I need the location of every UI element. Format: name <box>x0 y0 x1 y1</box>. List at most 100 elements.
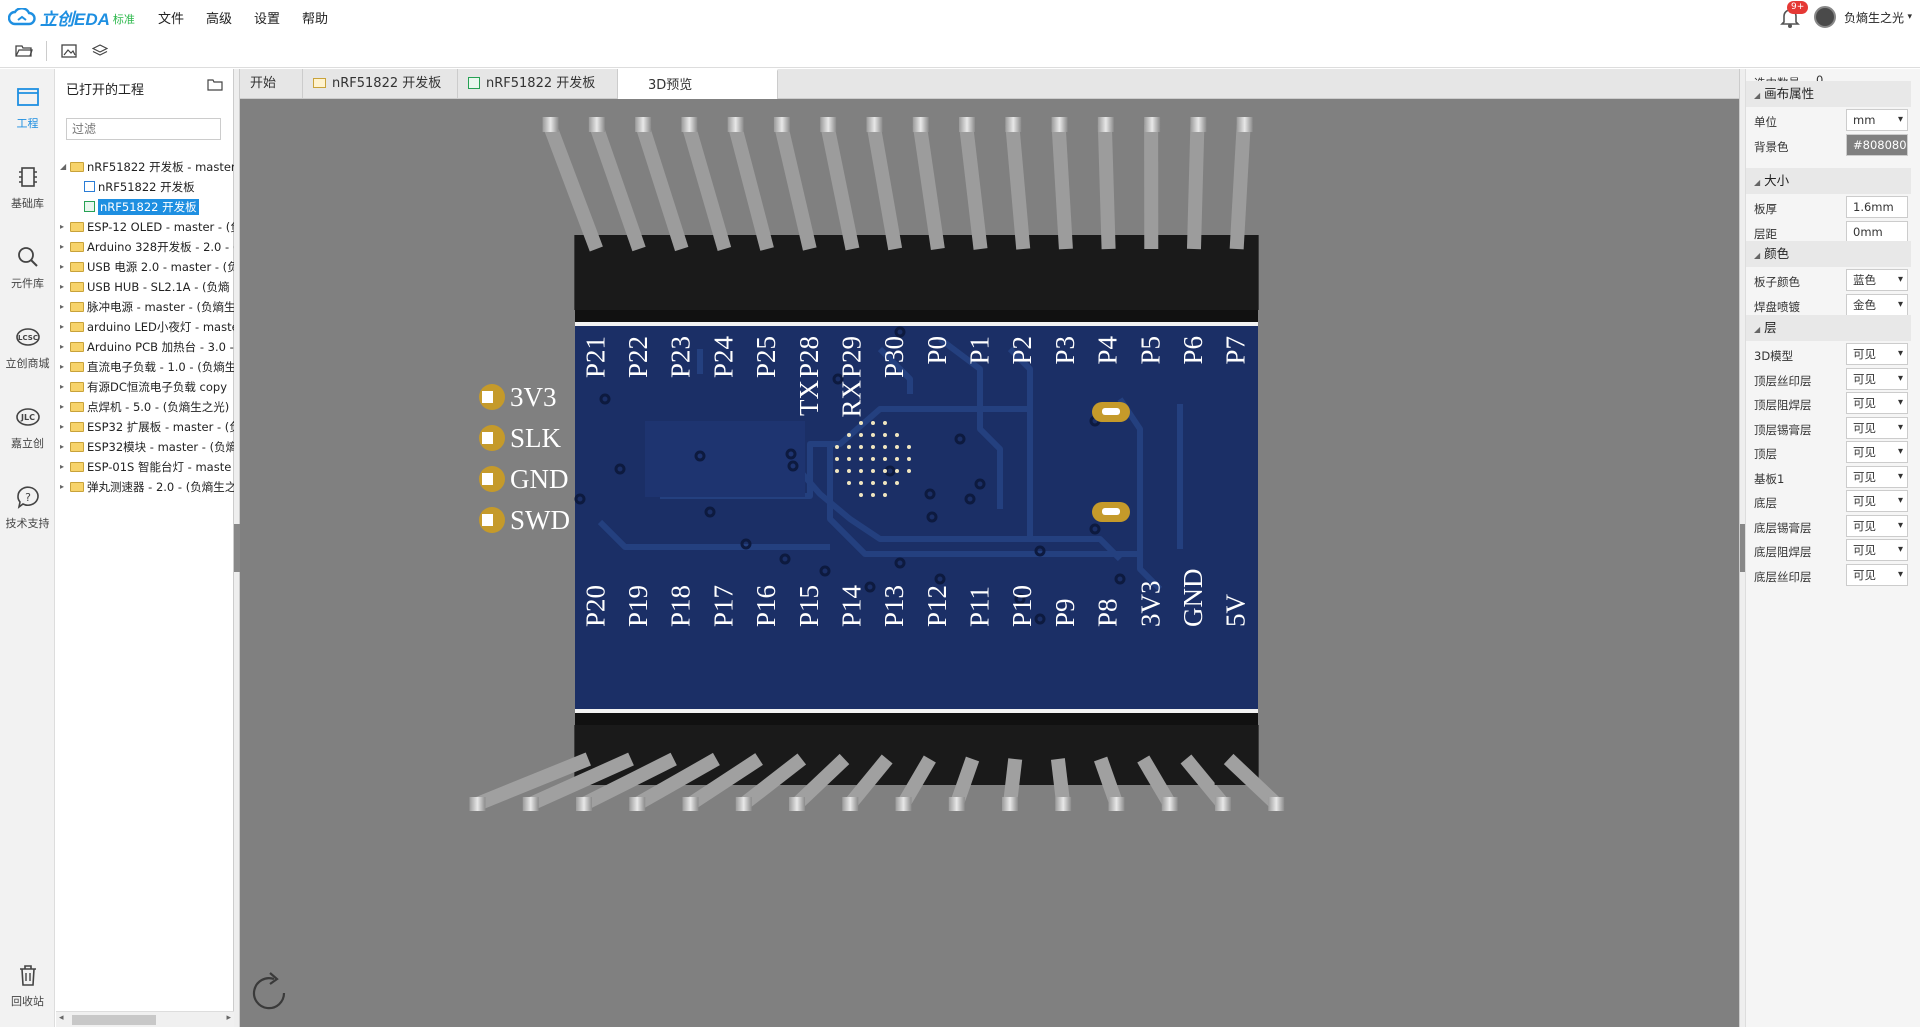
image-button[interactable] <box>57 39 81 63</box>
project-tree-folder[interactable]: ▸ 点焊机 - 5.0 - (负熵生之光) <box>56 397 234 417</box>
section-color[interactable]: ◢ 颜色 <box>1746 241 1911 267</box>
user-dropdown-icon[interactable]: ▾ <box>1907 12 1912 22</box>
project-tree-folder[interactable]: ▸ ESP-12 OLED - master - (负 <box>56 217 234 237</box>
section-size[interactable]: ◢ 大小 <box>1746 168 1911 194</box>
pin-tip <box>842 797 859 811</box>
collapsed-arrow-icon[interactable]: ▸ <box>60 457 64 477</box>
collapsed-arrow-icon[interactable]: ▸ <box>60 277 64 297</box>
menu-settings[interactable]: 设置 <box>254 8 280 27</box>
username[interactable]: 负熵生之光 <box>1844 9 1904 26</box>
expanded-arrow-icon[interactable]: ◢ <box>60 157 66 177</box>
bga-pad <box>859 457 863 461</box>
pin-tip <box>629 797 646 811</box>
nav-basic-lib[interactable]: 基础库 <box>0 163 55 211</box>
property-select[interactable]: 可见 <box>1846 490 1908 512</box>
bottom-pin-label: GND <box>1178 569 1208 628</box>
section-canvas[interactable]: ◢ 画布属性 <box>1746 81 1911 107</box>
property-select[interactable]: 可见 <box>1846 343 1908 365</box>
property-input[interactable]: 0mm <box>1846 220 1908 243</box>
property-select[interactable]: 可见 <box>1846 392 1908 414</box>
collapsed-arrow-icon[interactable]: ▸ <box>60 297 64 317</box>
nav-recycle-bin[interactable]: 回收站 <box>0 961 55 1009</box>
project-tree-folder[interactable]: ▸ Arduino 328开发板 - 2.0 - ( <box>56 237 234 257</box>
notification-button[interactable]: 9+ <box>1778 1 1809 29</box>
filter-input[interactable] <box>66 118 221 140</box>
project-tree-folder[interactable]: ▸ Arduino PCB 加热台 - 3.0 - <box>56 337 234 357</box>
scrollbar-thumb[interactable] <box>72 1015 156 1025</box>
top-pin-label: P23 <box>666 336 696 378</box>
property-select[interactable]: 可见 <box>1846 465 1908 488</box>
menu-file[interactable]: 文件 <box>158 8 184 27</box>
bga-pad <box>835 445 839 449</box>
bga-pad <box>859 445 863 449</box>
project-tree-folder[interactable]: ▸ ESP32模块 - master - (负熵 <box>56 437 234 457</box>
property-row: 底层丝印层 可见 <box>1746 561 1911 591</box>
collapsed-arrow-icon[interactable]: ▸ <box>60 257 64 277</box>
project-tree-folder[interactable]: ◢ nRF51822 开发板 - master <box>56 157 234 177</box>
top-header-base <box>575 310 1258 322</box>
project-tree-folder[interactable]: ▸ 弹丸测速器 - 2.0 - (负熵生之 <box>56 477 234 497</box>
nav-support[interactable]: ? 技术支持 <box>0 483 55 531</box>
nav-jlc[interactable]: JLC 嘉立创 <box>0 403 55 451</box>
tab-start[interactable]: 开始 <box>240 69 303 99</box>
open-folder-button[interactable] <box>12 39 36 63</box>
project-tree-folder[interactable]: ▸ ESP-01S 智能台灯 - maste <box>56 457 234 477</box>
color-picker[interactable]: #808080 <box>1846 133 1908 156</box>
project-tree-folder[interactable]: ▸ USB 电源 2.0 - master - (负 <box>56 257 234 277</box>
collapsed-arrow-icon[interactable]: ▸ <box>60 237 64 257</box>
collapsed-arrow-icon[interactable]: ▸ <box>60 317 64 337</box>
property-select[interactable]: 蓝色 <box>1846 269 1908 291</box>
property-select[interactable]: 金色 <box>1846 293 1908 316</box>
property-select[interactable]: 可见 <box>1846 441 1908 463</box>
project-tree-folder[interactable]: ▸ 直流电子负载 - 1.0 - (负熵生 <box>56 357 234 377</box>
property-select[interactable]: 可见 <box>1846 416 1908 439</box>
property-select[interactable]: mm <box>1846 109 1908 131</box>
bga-pad <box>871 493 875 497</box>
toolbar-divider <box>46 41 47 61</box>
section-layers[interactable]: ◢ 层 <box>1746 315 1911 341</box>
scroll-right-icon[interactable]: ▸ <box>226 1013 231 1023</box>
reset-view-button[interactable] <box>246 969 294 1017</box>
3d-viewport[interactable]: 3V3 SLK GND SWD P21 P22 P23 P24 P25 P28 P29 P30 P0 P… <box>240 99 1739 1027</box>
pcb-3d-render[interactable]: 3V3 SLK GND SWD P21 P22 P23 P24 P25 P28 P29 P30 P0 P… <box>240 99 1739 1027</box>
avatar[interactable] <box>1813 6 1836 28</box>
collapsed-arrow-icon[interactable]: ▸ <box>60 477 64 497</box>
menu-help[interactable]: 帮助 <box>302 8 328 27</box>
tab-pcb[interactable]: nRF51822 开发板 <box>458 69 618 99</box>
menu-advanced[interactable]: 高级 <box>206 8 232 27</box>
scroll-left-icon[interactable]: ◂ <box>59 1013 64 1023</box>
property-select[interactable]: 可见 <box>1846 563 1908 586</box>
collapsed-arrow-icon[interactable]: ▸ <box>60 437 64 457</box>
property-input[interactable]: 1.6mm <box>1846 196 1908 218</box>
collapsed-arrow-icon[interactable]: ▸ <box>60 337 64 357</box>
collapsed-arrow-icon[interactable]: ▸ <box>60 217 64 237</box>
project-tree-folder[interactable]: ▸ ESP32 扩展板 - master - (负 <box>56 417 234 437</box>
project-tree-folder[interactable]: ▸ arduino LED小夜灯 - maste <box>56 317 234 337</box>
tab-project[interactable]: nRF51822 开发板 <box>303 69 458 99</box>
property-label: 顶层锡膏层 <box>1754 422 1812 437</box>
pcb-board[interactable] <box>575 322 1258 713</box>
app-logo[interactable]: 立创EDA 标准 <box>8 6 135 29</box>
project-tree-folder[interactable]: ▸ 有源DC恒流电子负载 copy <box>56 377 234 397</box>
collapsed-arrow-icon[interactable]: ▸ <box>60 377 64 397</box>
layers-button[interactable] <box>88 39 112 63</box>
top-bar: 立创EDA 标准 文件 高级 设置 帮助 9+ 负熵生之光 ▾ <box>0 0 1920 34</box>
nav-component-lib[interactable]: 元件库 <box>0 243 55 291</box>
project-tree-folder[interactable]: ▸ USB HUB - SL2.1A - (负熵 <box>56 277 234 297</box>
nav-project[interactable]: 工程 <box>0 83 55 131</box>
property-label: 单位 <box>1754 115 1777 129</box>
collapsed-arrow-icon[interactable]: ▸ <box>60 417 64 437</box>
project-tree-file[interactable]: nRF51822 开发板 <box>56 197 234 217</box>
property-select[interactable]: 可见 <box>1846 367 1908 390</box>
project-tree-folder[interactable]: ▸ 脉冲电源 - master - (负熵生 <box>56 297 234 317</box>
tab-3d-preview[interactable]: 3D预览 <box>618 69 778 99</box>
tab-label: 开始 <box>250 76 277 91</box>
property-select[interactable]: 可见 <box>1846 514 1908 537</box>
nav-lcsc-store[interactable]: LCSC 立创商城 <box>0 323 55 371</box>
project-tree-file[interactable]: nRF51822 开发板 <box>56 177 234 197</box>
collapsed-arrow-icon[interactable]: ▸ <box>60 357 64 377</box>
project-panel-scrollbar[interactable]: ◂ ▸ <box>56 1011 234 1027</box>
open-project-button[interactable] <box>207 79 223 94</box>
collapsed-arrow-icon[interactable]: ▸ <box>60 397 64 417</box>
property-select[interactable]: 可见 <box>1846 539 1908 561</box>
